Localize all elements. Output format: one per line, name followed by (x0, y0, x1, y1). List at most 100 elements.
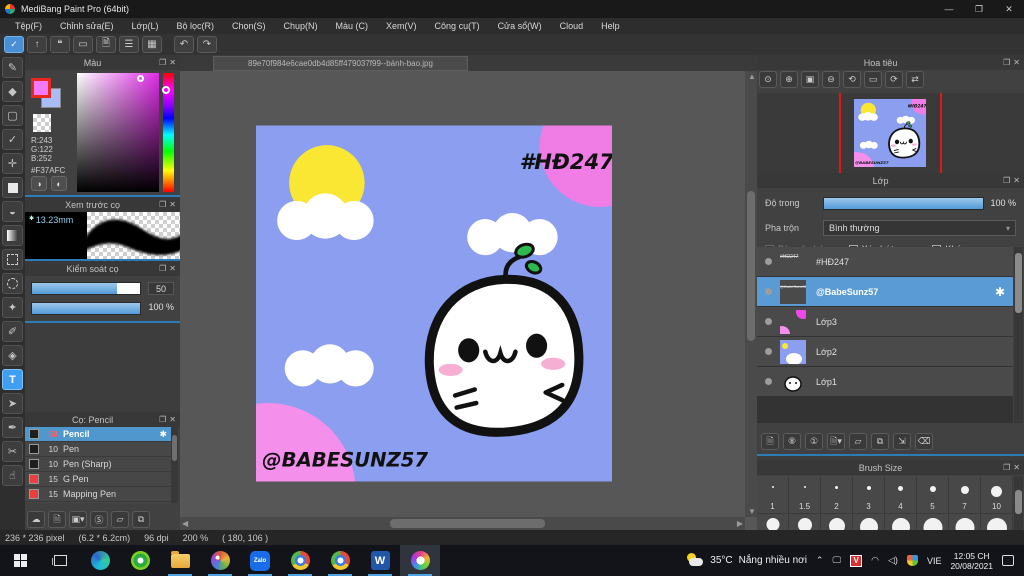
add-layer-menu-button[interactable]: 🗎▾ (827, 433, 845, 450)
brush-settings-icon[interactable]: ✱ (159, 429, 167, 440)
brush-row-pencil[interactable]: 50 Pencil ✱ (25, 427, 171, 442)
close-icon[interactable]: ✕ (1013, 463, 1020, 472)
task-view-button[interactable] (40, 545, 80, 576)
add-8bit-layer-button[interactable]: ⑧ (783, 433, 801, 450)
size-grid-scrollbar[interactable] (1014, 476, 1023, 530)
zalo-taskbar-button[interactable]: Zalo (240, 545, 280, 576)
menu-layer[interactable]: Lớp(L) (123, 18, 168, 34)
scroll-down-icon[interactable]: ▼ (748, 507, 756, 516)
close-icon[interactable]: ✕ (169, 264, 176, 273)
popout-icon[interactable]: ❐ (159, 58, 166, 67)
layer-folder-button[interactable]: ▱ (849, 433, 867, 450)
opacity-slider[interactable] (31, 302, 141, 315)
layer-opacity-slider[interactable] (823, 196, 985, 210)
close-button[interactable]: ✕ (994, 0, 1024, 18)
zoom-in-button[interactable]: ⊕ (780, 71, 798, 88)
popout-icon[interactable]: ❐ (159, 415, 166, 424)
media-app-taskbar-button[interactable] (120, 545, 160, 576)
edge-taskbar-button[interactable] (80, 545, 120, 576)
size-option-large[interactable] (853, 514, 885, 530)
delete-layer-button[interactable]: ⌫ (915, 433, 933, 450)
saturation-value-square[interactable] (77, 73, 159, 192)
operation-tool[interactable]: ➤ (2, 393, 23, 414)
publish-button[interactable]: ↑ (27, 36, 47, 53)
color-picker-button[interactable]: ◐ (51, 176, 67, 191)
defender-icon[interactable] (906, 555, 918, 566)
menu-view[interactable]: Xem(V) (377, 18, 426, 34)
chrome-taskbar-button[interactable] (280, 545, 320, 576)
transparent-swatch[interactable] (33, 114, 51, 132)
hue-marker[interactable] (162, 86, 170, 94)
cloud-sync-button[interactable]: ✓ (4, 36, 24, 53)
vertical-scroll-thumb[interactable] (747, 191, 755, 341)
size-option-large[interactable] (917, 514, 949, 530)
layer-row-3[interactable]: Lớp3 (757, 307, 1013, 336)
magic-wand-tool[interactable]: ✦ (2, 297, 23, 318)
size-option-large[interactable] (821, 514, 853, 530)
word-taskbar-button[interactable]: W (360, 545, 400, 576)
add-brush-button[interactable]: 🗎 (48, 511, 66, 528)
chat-button[interactable]: ▭ (73, 36, 93, 53)
layer-list-scrollbar[interactable] (1014, 247, 1023, 423)
tray-expand-icon[interactable]: ⌃ (816, 555, 824, 566)
visibility-dot-icon[interactable] (765, 348, 772, 355)
size-option-large[interactable] (757, 514, 789, 530)
add-layer-button[interactable]: 🗎 (761, 433, 779, 450)
navigator-thumbnail[interactable] (854, 99, 926, 167)
layer-settings-icon[interactable]: ✱ (995, 285, 1005, 299)
brush-row-mapping-pen[interactable]: 15 Mapping Pen (25, 487, 171, 502)
fill-rect-tool[interactable] (2, 177, 23, 198)
size-option-large[interactable] (981, 514, 1013, 530)
menu-tools[interactable]: Công cụ(T) (426, 18, 489, 34)
blend-mode-dropdown[interactable]: Bình thường ▾ (823, 220, 1016, 236)
rotate-right-button[interactable]: ⟳ (885, 71, 903, 88)
undo-button[interactable]: ↶ (174, 36, 194, 53)
start-button[interactable] (0, 545, 40, 576)
chrome2-taskbar-button[interactable] (320, 545, 360, 576)
wifi-icon[interactable]: ◠ (871, 555, 879, 566)
menu-cloud[interactable]: Cloud (551, 18, 593, 34)
size-option-7[interactable]: 7 (949, 476, 981, 514)
select-tool[interactable] (2, 249, 23, 270)
minimize-button[interactable]: — (934, 0, 964, 18)
popout-icon[interactable]: ❐ (1003, 463, 1010, 472)
close-icon[interactable]: ✕ (169, 200, 176, 209)
drawing-canvas[interactable] (256, 125, 612, 482)
visibility-dot-icon[interactable] (765, 378, 772, 385)
eyedropper-tool[interactable]: ✒ (2, 417, 23, 438)
menu-capture[interactable]: Chụp(N) (275, 18, 327, 34)
zoom-actual-button[interactable]: ⊙ (759, 71, 777, 88)
grid-button[interactable]: ▦ (142, 36, 162, 53)
close-icon[interactable]: ✕ (1013, 176, 1020, 185)
polyline-tool[interactable]: ✓ (2, 129, 23, 150)
merge-layer-button[interactable]: ⇲ (893, 433, 911, 450)
size-value-box[interactable]: 50 (148, 282, 174, 295)
menu-window[interactable]: Cửa sổ(W) (489, 18, 551, 34)
lasso-tool[interactable] (2, 273, 23, 294)
size-option-2[interactable]: 2 (821, 476, 853, 514)
menu-file[interactable]: Tệp(F) (6, 18, 51, 34)
document-tab[interactable]: 89e70f984e6cae0db4d85ff479037f99--bánh-b… (213, 56, 468, 71)
close-icon[interactable]: ✕ (169, 415, 176, 424)
unikey-icon[interactable]: V (850, 554, 863, 567)
display-tray-icon[interactable]: 🖵 (832, 555, 841, 566)
menu-filter[interactable]: Bộ lọc(R) (167, 18, 223, 34)
visibility-dot-icon[interactable] (765, 318, 772, 325)
flip-button[interactable]: ⇄ (906, 71, 924, 88)
duplicate-layer-button[interactable]: ⧉ (871, 433, 889, 450)
upload-brush-button[interactable]: ☁ (27, 511, 45, 528)
size-option-1[interactable]: 1 (757, 476, 789, 514)
visibility-dot-icon[interactable] (765, 288, 772, 295)
notification-center-icon[interactable] (1002, 555, 1014, 566)
redo-button[interactable]: ↷ (197, 36, 217, 53)
brush-folder-button[interactable]: ▱ (111, 511, 129, 528)
reset-rotation-button[interactable]: ▭ (864, 71, 882, 88)
size-option-1-5[interactable]: 1.5 (789, 476, 821, 514)
menu-edit[interactable]: Chỉnh sửa(E) (51, 18, 123, 34)
file-explorer-taskbar-button[interactable] (160, 545, 200, 576)
menu-help[interactable]: Help (592, 18, 629, 34)
horizontal-scroll-thumb[interactable] (390, 519, 545, 528)
select-pen-tool[interactable]: ✐ (2, 321, 23, 342)
sv-marker[interactable] (137, 75, 144, 82)
medibang-taskbar-button[interactable] (400, 545, 440, 576)
